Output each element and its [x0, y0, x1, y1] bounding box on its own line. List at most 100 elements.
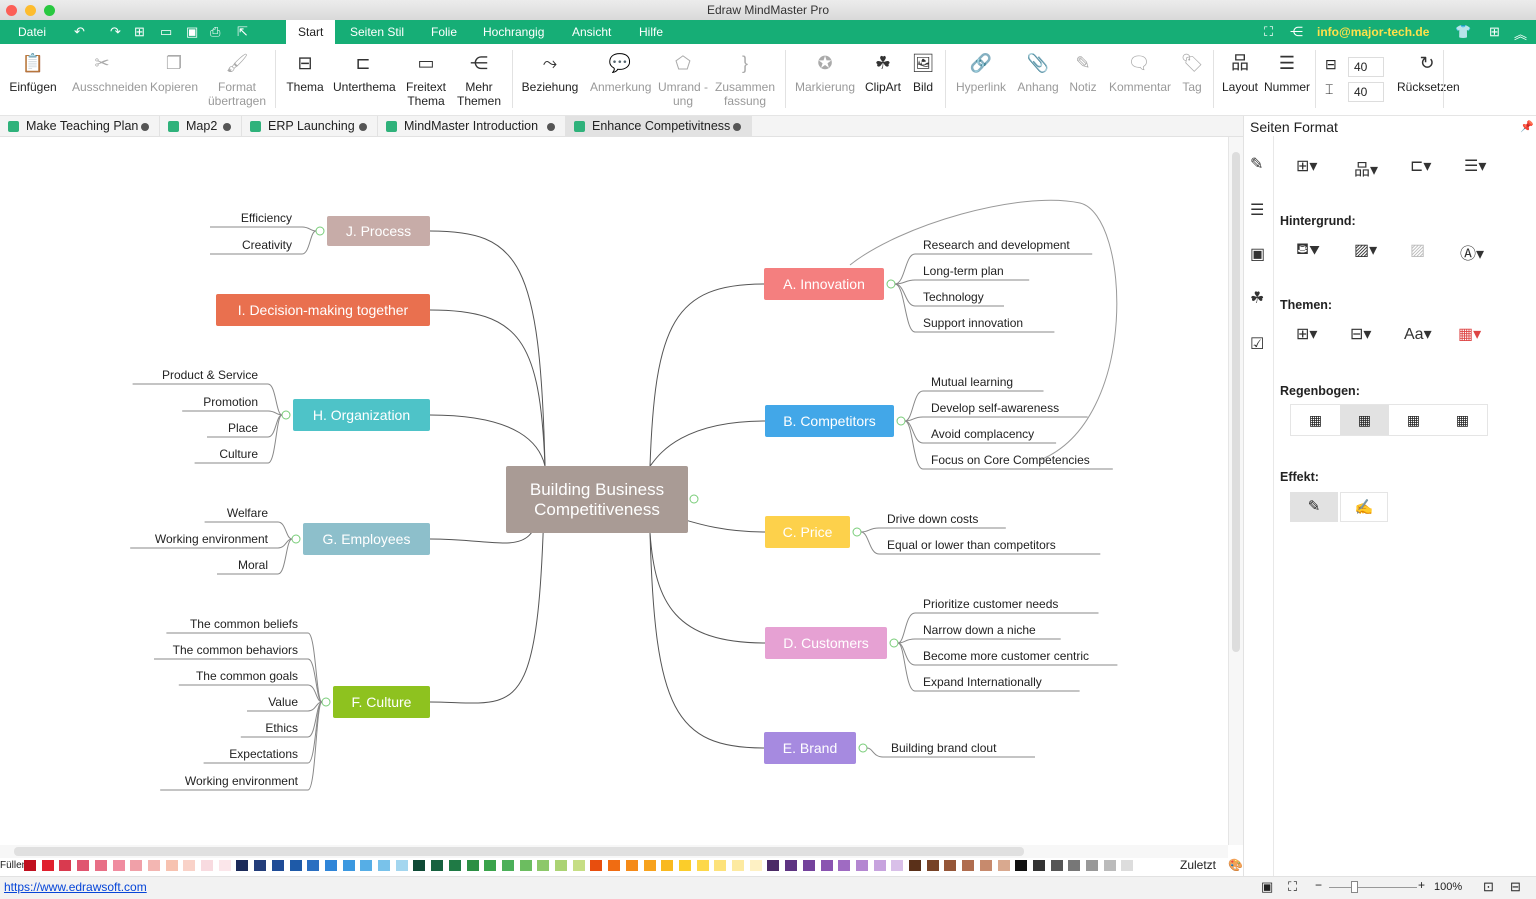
- color-swatch[interactable]: [909, 860, 921, 871]
- subtopic[interactable]: Ethics: [265, 721, 298, 735]
- close-tab-icon[interactable]: [359, 123, 367, 131]
- subtopic[interactable]: Equal or lower than competitors: [887, 538, 1056, 552]
- subtopic[interactable]: Welfare: [227, 506, 268, 520]
- mark-panel-icon[interactable]: ▣: [1250, 244, 1265, 264]
- remove-background-icon[interactable]: ▨: [1410, 240, 1425, 260]
- redo-icon[interactable]: ↷: [110, 24, 121, 40]
- fill-bucket-icon[interactable]: ⛾▾: [1296, 240, 1320, 260]
- ribbon-button-beziehung[interactable]: ⤳ Beziehung: [510, 50, 590, 94]
- topic-a[interactable]: A. Innovation: [764, 268, 884, 300]
- color-swatch[interactable]: [413, 860, 426, 871]
- subtopic[interactable]: The common goals: [196, 669, 298, 683]
- subtopic[interactable]: Focus on Core Competencies: [931, 453, 1090, 467]
- color-swatch[interactable]: [271, 860, 284, 871]
- color-swatch[interactable]: [855, 860, 868, 871]
- clipart-panel-icon[interactable]: ☘: [1250, 288, 1264, 308]
- subtopic[interactable]: Creativity: [242, 238, 292, 252]
- theme-icon[interactable]: ⊞▾: [1296, 324, 1317, 344]
- subtopic[interactable]: Avoid complacency: [931, 427, 1034, 441]
- apps-icon[interactable]: ⊞: [1489, 24, 1500, 40]
- subtopic[interactable]: Working environment: [155, 532, 268, 546]
- subtopic[interactable]: Value: [268, 695, 298, 709]
- subtopic[interactable]: Expand Internationally: [923, 675, 1042, 689]
- ribbon-button-zusammen-fassung[interactable]: } Zusammen fassung: [705, 50, 785, 108]
- maximize-window-button[interactable]: [44, 5, 55, 16]
- undo-icon[interactable]: ↶: [74, 24, 85, 40]
- font-icon[interactable]: Aa▾: [1404, 324, 1432, 344]
- subtopic[interactable]: Working environment: [185, 774, 298, 788]
- open-icon[interactable]: ▭: [160, 24, 172, 40]
- close-window-button[interactable]: [6, 5, 17, 16]
- color-swatch[interactable]: [891, 860, 904, 871]
- color-swatch[interactable]: [112, 860, 125, 871]
- topic-b[interactable]: B. Competitors: [765, 405, 894, 437]
- color-swatch[interactable]: [590, 860, 603, 871]
- color-swatch[interactable]: [130, 860, 143, 871]
- fullscreen-icon[interactable]: ⛶: [1264, 24, 1273, 40]
- topic-h[interactable]: H. Organization: [293, 399, 430, 431]
- zoom-level[interactable]: 100%: [1434, 881, 1462, 893]
- central-topic[interactable]: Building Business Competitiveness: [506, 466, 688, 533]
- subtopic[interactable]: The common beliefs: [190, 617, 298, 631]
- color-swatch[interactable]: [838, 860, 851, 871]
- tab-start[interactable]: Start: [286, 20, 336, 44]
- color-swatch[interactable]: [289, 860, 302, 871]
- color-swatch[interactable]: [962, 860, 975, 871]
- color-swatch[interactable]: [643, 860, 656, 871]
- print-icon[interactable]: ⎙: [210, 24, 220, 40]
- v-spacing-input[interactable]: 40: [1348, 82, 1384, 102]
- topic-e[interactable]: E. Brand: [764, 732, 856, 764]
- website-link[interactable]: https://www.edrawsoft.com: [4, 880, 147, 894]
- subtopic[interactable]: Product & Service: [162, 368, 258, 382]
- subtopic[interactable]: Become more customer centric: [923, 649, 1089, 663]
- subtopic[interactable]: Promotion: [203, 395, 258, 409]
- topic-j[interactable]: J. Process: [327, 216, 430, 246]
- tab-folie[interactable]: Folie: [431, 20, 457, 44]
- color-swatch[interactable]: [608, 860, 621, 871]
- numbering-style-icon[interactable]: ☰▾: [1464, 156, 1486, 176]
- color-swatch[interactable]: [1068, 860, 1081, 871]
- account-menu[interactable]: info@major-tech.de: [1317, 20, 1429, 44]
- fullscreen-view-icon[interactable]: ⛶: [1288, 879, 1297, 895]
- color-swatch[interactable]: [820, 860, 833, 871]
- color-swatch[interactable]: [944, 860, 957, 871]
- color-swatch[interactable]: [395, 860, 408, 871]
- ribbon-button-rücksetzen[interactable]: ↻ Rücksetzen: [1387, 50, 1467, 94]
- vertical-scrollbar[interactable]: [1228, 137, 1243, 845]
- close-tab-icon[interactable]: [547, 123, 555, 131]
- task-icon[interactable]: ☑: [1250, 334, 1264, 354]
- zoom-slider[interactable]: [1329, 881, 1417, 893]
- topic-i[interactable]: I. Decision-making together: [216, 294, 430, 326]
- mindmap-canvas[interactable]: Building Business Competitiveness J. Proc…: [0, 137, 1228, 845]
- collapse-toggle[interactable]: [315, 226, 325, 236]
- rainbow-option-4[interactable]: ▦: [1438, 405, 1487, 435]
- color-swatch[interactable]: [519, 860, 532, 871]
- connector-style-icon[interactable]: ⊏▾: [1410, 156, 1431, 176]
- color-swatch[interactable]: [625, 860, 638, 871]
- color-swatch[interactable]: [183, 860, 196, 871]
- skin-icon[interactable]: 👕: [1455, 24, 1471, 40]
- collapse-toggle[interactable]: [886, 279, 896, 289]
- color-swatch[interactable]: [732, 860, 744, 871]
- subtopic[interactable]: Moral: [238, 558, 268, 572]
- collapse-toggle[interactable]: [889, 638, 899, 648]
- color-swatch[interactable]: [1050, 860, 1063, 871]
- subtopic[interactable]: Research and development: [923, 238, 1070, 252]
- color-swatch[interactable]: [1015, 860, 1028, 871]
- tab-seiten-stil[interactable]: Seiten Stil: [350, 20, 404, 44]
- color-swatch[interactable]: [678, 860, 691, 871]
- collapse-toggle[interactable]: [291, 534, 301, 544]
- color-swatch[interactable]: [749, 860, 762, 871]
- save-icon[interactable]: ▣: [186, 24, 198, 40]
- close-tab-icon[interactable]: [223, 123, 231, 131]
- subtopic[interactable]: Expectations: [229, 747, 298, 761]
- fit-icon[interactable]: ⊡: [1483, 879, 1494, 895]
- recent-colors-label[interactable]: Zuletzt: [1180, 858, 1216, 872]
- rainbow-option-3[interactable]: ▦: [1389, 405, 1438, 435]
- rainbow-option-1[interactable]: ▦: [1291, 405, 1340, 435]
- collapse-toggle[interactable]: [852, 527, 862, 537]
- color-swatch[interactable]: [201, 860, 213, 871]
- zoom-in-icon[interactable]: +: [1418, 878, 1425, 892]
- doc-tab[interactable]: MindMaster Introduction: [378, 116, 566, 137]
- effect-hand-drawn-on[interactable]: ✍: [1340, 492, 1388, 522]
